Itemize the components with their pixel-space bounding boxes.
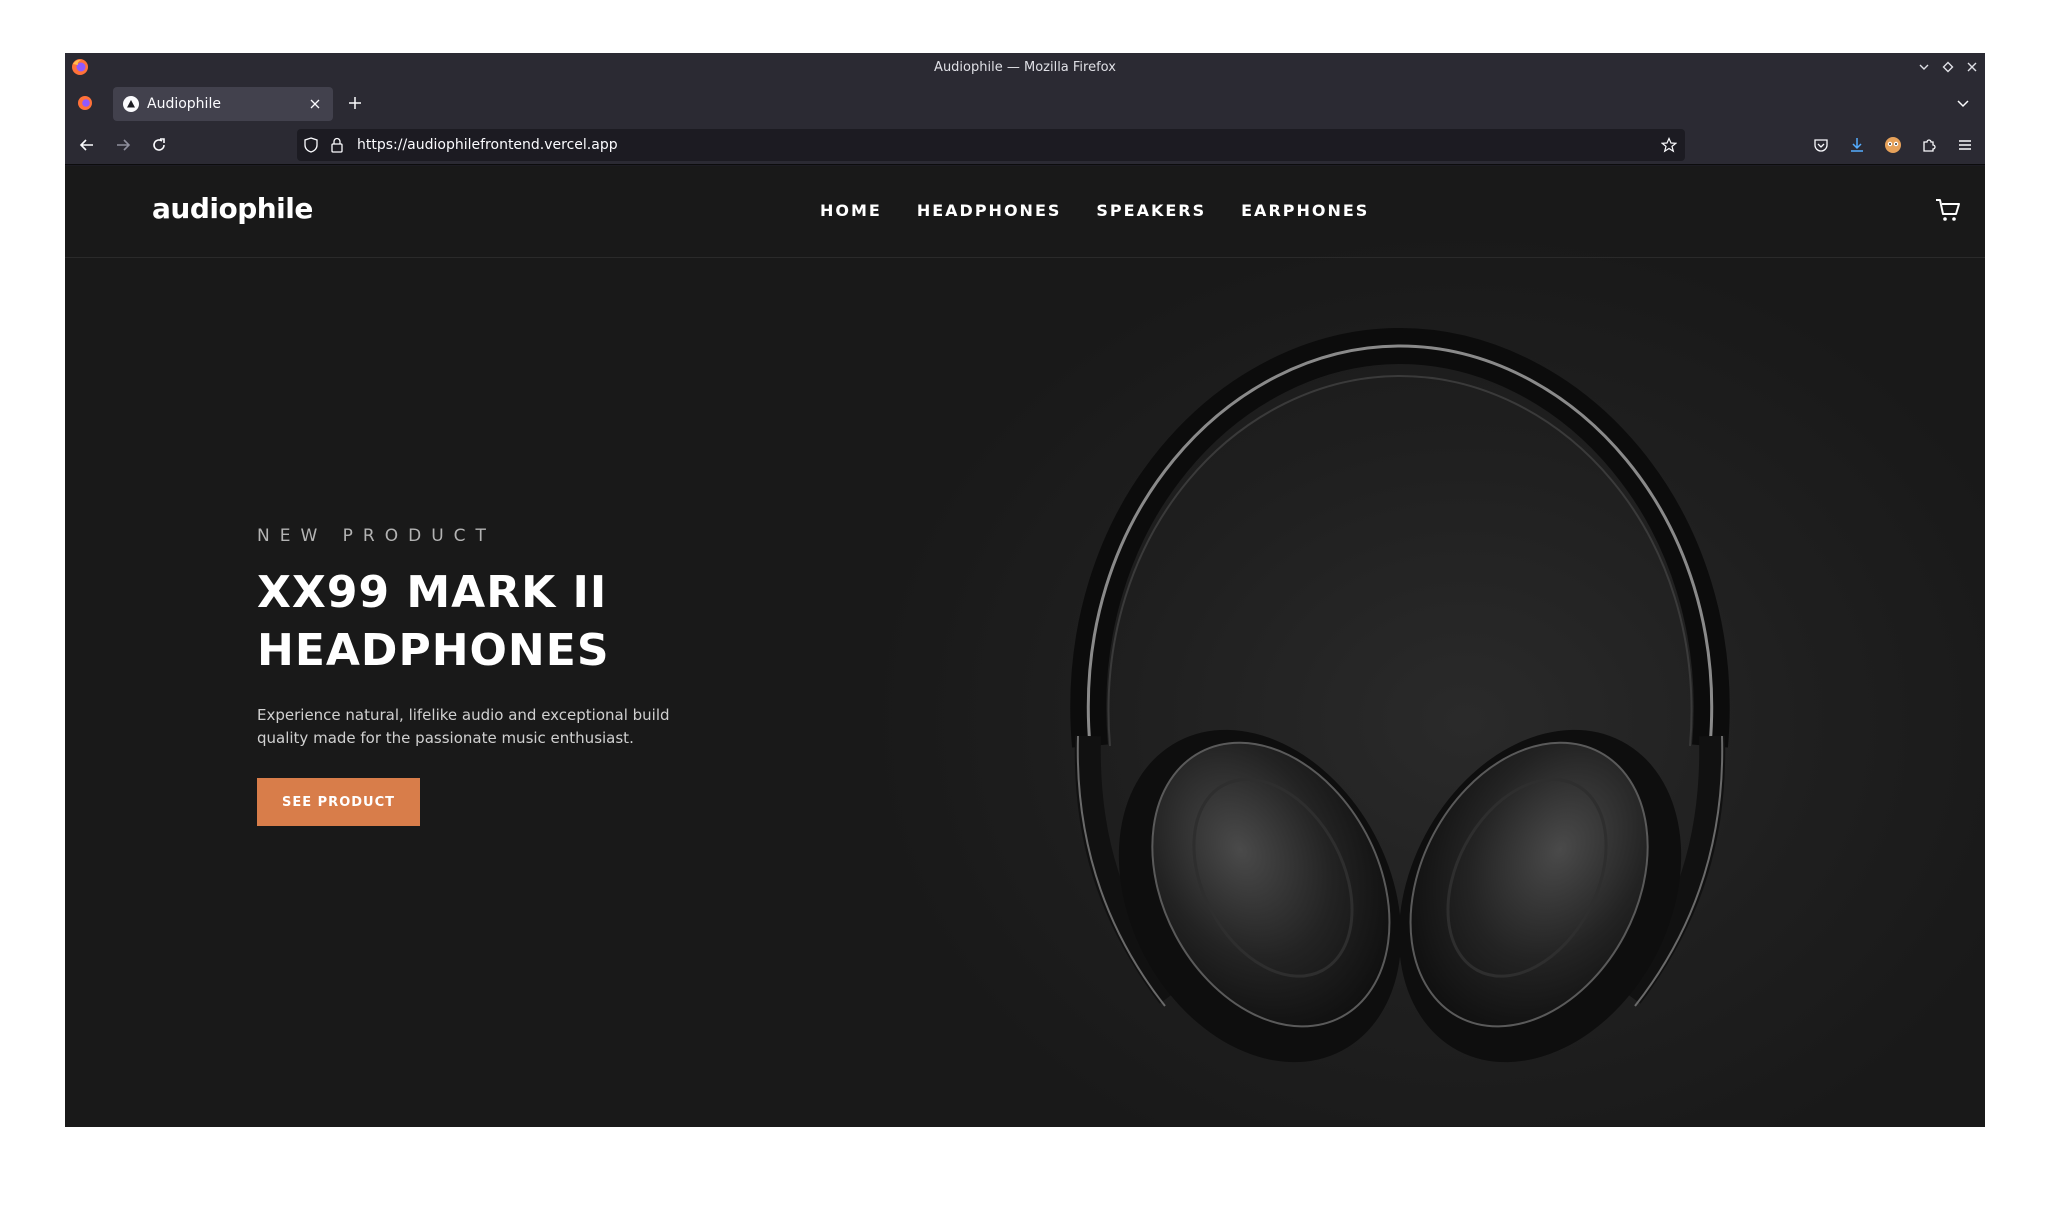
nav-link-earphones[interactable]: EARPHONES <box>1241 201 1369 220</box>
hero-title: XX99 MARK II HEADPHONES <box>257 564 757 680</box>
hero-title-line2: HEADPHONES <box>257 625 610 676</box>
window-close-icon[interactable] <box>1965 60 1979 74</box>
site-logo[interactable]: audiophile <box>152 192 313 225</box>
tab-label: Audiophile <box>147 96 221 112</box>
maximize-icon[interactable] <box>1941 60 1955 74</box>
url-text: https://audiophilefrontend.vercel.app <box>357 137 618 153</box>
nav-link-speakers[interactable]: SPEAKERS <box>1096 201 1206 220</box>
plus-icon[interactable] <box>345 93 365 113</box>
site-nav: HOME HEADPHONES SPEAKERS EARPHONES <box>820 201 1369 220</box>
tab-strip: Audiophile <box>65 81 1985 125</box>
hero-title-line1: XX99 MARK II <box>257 567 608 618</box>
account-icon[interactable] <box>1881 133 1905 157</box>
page-content: audiophile HOME HEADPHONES SPEAKERS EARP… <box>65 166 1985 1127</box>
tab-audiophile[interactable]: Audiophile <box>113 87 333 121</box>
nav-toolbar: https://audiophilefrontend.vercel.app <box>65 125 1985 165</box>
headphones-image <box>1070 327 1730 1063</box>
title-bar: Audiophile — Mozilla Firefox <box>65 53 1985 81</box>
extensions-icon[interactable] <box>1917 133 1941 157</box>
site-header: audiophile HOME HEADPHONES SPEAKERS EARP… <box>65 166 1985 258</box>
menu-icon[interactable] <box>1953 133 1977 157</box>
minimize-icon[interactable] <box>1917 60 1931 74</box>
download-icon[interactable] <box>1845 133 1869 157</box>
hero-text: NEW PRODUCT XX99 MARK II HEADPHONES Expe… <box>257 526 757 826</box>
firefox-view-icon[interactable] <box>75 93 95 113</box>
reload-icon[interactable] <box>147 133 171 157</box>
pocket-icon[interactable] <box>1809 133 1833 157</box>
shield-icon[interactable] <box>303 137 319 153</box>
chevron-down-icon[interactable] <box>1953 93 1973 113</box>
see-product-button[interactable]: SEE PRODUCT <box>257 778 420 826</box>
lock-icon[interactable] <box>329 137 345 153</box>
hero-description: Experience natural, lifelike audio and e… <box>257 706 670 747</box>
url-bar[interactable]: https://audiophilefrontend.vercel.app <box>297 129 1685 161</box>
firefox-icon <box>72 59 88 75</box>
back-icon[interactable] <box>75 133 99 157</box>
hero-overline: NEW PRODUCT <box>257 526 496 546</box>
vercel-icon <box>123 96 139 112</box>
star-icon[interactable] <box>1661 137 1677 153</box>
nav-link-headphones[interactable]: HEADPHONES <box>917 201 1062 220</box>
nav-link-home[interactable]: HOME <box>820 201 882 220</box>
window-title: Audiophile — Mozilla Firefox <box>934 59 1116 75</box>
forward-icon[interactable] <box>111 133 135 157</box>
cart-icon[interactable] <box>1935 197 1961 223</box>
close-icon[interactable] <box>307 96 323 112</box>
browser-window: Audiophile — Mozilla Firefox Audiophile <box>65 53 1985 1127</box>
